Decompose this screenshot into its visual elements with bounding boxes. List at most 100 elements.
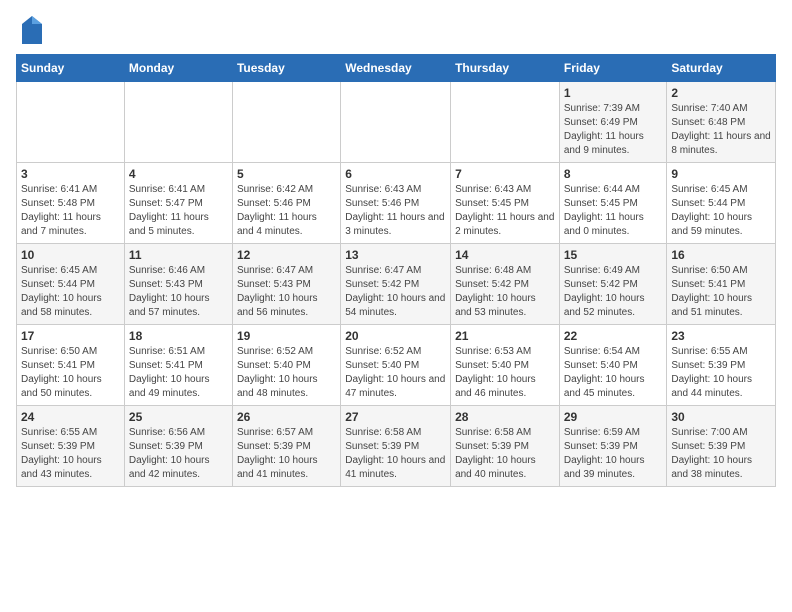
day-cell: 30Sunrise: 7:00 AM Sunset: 5:39 PM Dayli… [667,406,776,487]
day-detail: Sunrise: 6:45 AM Sunset: 5:44 PM Dayligh… [21,264,120,320]
day-number: 12 [237,248,336,262]
week-row-3: 10 Sunrise: 6:45 AM Sunset: 5:44 PM Dayli… [17,244,776,325]
day-cell: 22Sunrise: 6:54 AM Sunset: 5:40 PM Dayli… [559,325,667,406]
day-cell [451,82,560,163]
day-detail: Sunrise: 6:53 AM Sunset: 5:40 PM Dayligh… [455,345,555,401]
day-cell: 10 Sunrise: 6:45 AM Sunset: 5:44 PM Dayli… [17,244,125,325]
day-detail: Sunrise: 6:44 AM Sunset: 5:45 PM Dayligh… [564,183,663,239]
week-row-5: 24 Sunrise: 6:55 AM Sunset: 5:39 PM Dayli… [17,406,776,487]
logo [16,16,42,44]
day-detail: Sunrise: 6:46 AM Sunset: 5:43 PM Dayligh… [129,264,228,320]
day-detail: Sunrise: 6:51 AM Sunset: 5:41 PM Dayligh… [129,345,228,401]
day-detail: Sunrise: 6:41 AM Sunset: 5:47 PM Dayligh… [129,183,228,239]
day-cell: 28Sunrise: 6:58 AM Sunset: 5:39 PM Dayli… [451,406,560,487]
day-detail: Sunrise: 6:52 AM Sunset: 5:40 PM Dayligh… [345,345,446,401]
day-cell: 19 Sunrise: 6:52 AM Sunset: 5:40 PM Dayli… [232,325,340,406]
day-number: 14 [455,248,555,262]
day-cell: 26Sunrise: 6:57 AM Sunset: 5:39 PM Dayli… [232,406,340,487]
day-cell: 14 Sunrise: 6:48 AM Sunset: 5:42 PM Dayli… [451,244,560,325]
logo-icon [18,16,42,44]
day-cell: 18 Sunrise: 6:51 AM Sunset: 5:41 PM Dayli… [124,325,232,406]
day-detail: Sunrise: 6:55 AM Sunset: 5:39 PM Dayligh… [671,345,771,401]
day-detail: Sunrise: 6:45 AM Sunset: 5:44 PM Dayligh… [671,183,771,239]
week-row-2: 3 Sunrise: 6:41 AM Sunset: 5:48 PM Daylig… [17,163,776,244]
day-cell: 2 Sunrise: 7:40 AM Sunset: 6:48 PM Daylig… [667,82,776,163]
day-number: 26 [237,410,336,424]
calendar-body: 1 Sunrise: 7:39 AM Sunset: 6:49 PM Daylig… [17,82,776,487]
day-number: 3 [21,167,120,181]
day-detail: Sunrise: 6:52 AM Sunset: 5:40 PM Dayligh… [237,345,336,401]
calendar-header: SundayMondayTuesdayWednesdayThursdayFrid… [17,55,776,82]
day-number: 29 [564,410,663,424]
week-row-1: 1 Sunrise: 7:39 AM Sunset: 6:49 PM Daylig… [17,82,776,163]
day-cell: 11 Sunrise: 6:46 AM Sunset: 5:43 PM Dayli… [124,244,232,325]
day-cell: 23 Sunrise: 6:55 AM Sunset: 5:39 PM Dayli… [667,325,776,406]
day-cell [124,82,232,163]
day-cell: 3 Sunrise: 6:41 AM Sunset: 5:48 PM Daylig… [17,163,125,244]
day-cell: 13 Sunrise: 6:47 AM Sunset: 5:42 PM Dayli… [341,244,451,325]
day-number: 1 [564,86,663,100]
day-number: 27 [345,410,446,424]
day-cell: 27 Sunrise: 6:58 AM Sunset: 5:39 PM Dayli… [341,406,451,487]
day-number: 22 [564,329,663,343]
day-cell: 12 Sunrise: 6:47 AM Sunset: 5:43 PM Dayli… [232,244,340,325]
day-detail: Sunrise: 6:56 AM Sunset: 5:39 PM Dayligh… [129,426,228,482]
day-detail: Sunrise: 6:47 AM Sunset: 5:42 PM Dayligh… [345,264,446,320]
day-cell: 20 Sunrise: 6:52 AM Sunset: 5:40 PM Dayli… [341,325,451,406]
day-cell [17,82,125,163]
day-cell: 9 Sunrise: 6:45 AM Sunset: 5:44 PM Daylig… [667,163,776,244]
day-cell: 8 Sunrise: 6:44 AM Sunset: 5:45 PM Daylig… [559,163,667,244]
header-day-saturday: Saturday [667,55,776,82]
day-number: 10 [21,248,120,262]
header-day-sunday: Sunday [17,55,125,82]
calendar-table: SundayMondayTuesdayWednesdayThursdayFrid… [16,54,776,487]
day-detail: Sunrise: 6:43 AM Sunset: 5:45 PM Dayligh… [455,183,555,239]
day-number: 6 [345,167,446,181]
day-number: 5 [237,167,336,181]
day-cell [341,82,451,163]
week-row-4: 17 Sunrise: 6:50 AM Sunset: 5:41 PM Dayli… [17,325,776,406]
day-detail: Sunrise: 6:41 AM Sunset: 5:48 PM Dayligh… [21,183,120,239]
header-day-thursday: Thursday [451,55,560,82]
day-detail: Sunrise: 6:47 AM Sunset: 5:43 PM Dayligh… [237,264,336,320]
day-detail: Sunrise: 7:40 AM Sunset: 6:48 PM Dayligh… [671,102,771,158]
day-number: 11 [129,248,228,262]
day-detail: Sunrise: 6:58 AM Sunset: 5:39 PM Dayligh… [345,426,446,482]
day-number: 23 [671,329,771,343]
day-number: 8 [564,167,663,181]
day-cell: 1 Sunrise: 7:39 AM Sunset: 6:49 PM Daylig… [559,82,667,163]
day-cell: 5 Sunrise: 6:42 AM Sunset: 5:46 PM Daylig… [232,163,340,244]
day-detail: Sunrise: 6:59 AM Sunset: 5:39 PM Dayligh… [564,426,663,482]
day-cell: 25Sunrise: 6:56 AM Sunset: 5:39 PM Dayli… [124,406,232,487]
day-detail: Sunrise: 6:42 AM Sunset: 5:46 PM Dayligh… [237,183,336,239]
day-cell: 15 Sunrise: 6:49 AM Sunset: 5:42 PM Dayli… [559,244,667,325]
day-detail: Sunrise: 6:49 AM Sunset: 5:42 PM Dayligh… [564,264,663,320]
header-row: SundayMondayTuesdayWednesdayThursdayFrid… [17,55,776,82]
day-detail: Sunrise: 6:55 AM Sunset: 5:39 PM Dayligh… [21,426,120,482]
day-number: 20 [345,329,446,343]
day-number: 2 [671,86,771,100]
day-detail: Sunrise: 7:39 AM Sunset: 6:49 PM Dayligh… [564,102,663,158]
header-day-friday: Friday [559,55,667,82]
day-cell: 21Sunrise: 6:53 AM Sunset: 5:40 PM Dayli… [451,325,560,406]
day-number: 24 [21,410,120,424]
day-detail: Sunrise: 6:50 AM Sunset: 5:41 PM Dayligh… [671,264,771,320]
day-cell: 4Sunrise: 6:41 AM Sunset: 5:47 PM Daylig… [124,163,232,244]
day-number: 13 [345,248,446,262]
day-detail: Sunrise: 6:50 AM Sunset: 5:41 PM Dayligh… [21,345,120,401]
day-cell [232,82,340,163]
day-cell: 6Sunrise: 6:43 AM Sunset: 5:46 PM Daylig… [341,163,451,244]
day-number: 9 [671,167,771,181]
day-number: 15 [564,248,663,262]
page-header [16,16,776,44]
day-detail: Sunrise: 6:58 AM Sunset: 5:39 PM Dayligh… [455,426,555,482]
day-cell: 7 Sunrise: 6:43 AM Sunset: 5:45 PM Daylig… [451,163,560,244]
day-number: 18 [129,329,228,343]
header-day-monday: Monday [124,55,232,82]
day-detail: Sunrise: 6:48 AM Sunset: 5:42 PM Dayligh… [455,264,555,320]
day-number: 16 [671,248,771,262]
day-cell: 16 Sunrise: 6:50 AM Sunset: 5:41 PM Dayli… [667,244,776,325]
day-number: 17 [21,329,120,343]
day-number: 19 [237,329,336,343]
day-number: 7 [455,167,555,181]
